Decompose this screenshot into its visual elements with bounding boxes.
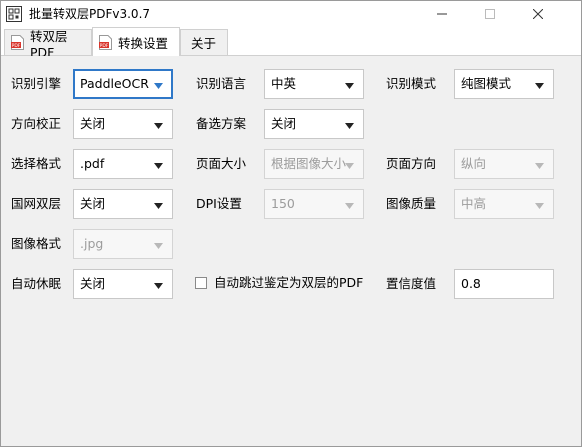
ocr-engine-label: 识别引擎 bbox=[11, 76, 62, 91]
skip-dual-layer-checkbox[interactable] bbox=[195, 277, 207, 289]
dropdown-arrow-icon bbox=[345, 163, 354, 169]
page-size-value: 根据图像大小 bbox=[271, 156, 347, 171]
dpi-value: 150 bbox=[271, 196, 295, 211]
image-format-label: 图像格式 bbox=[11, 236, 62, 251]
image-quality-label: 图像质量 bbox=[386, 196, 437, 211]
pdf-icon: PDF bbox=[11, 35, 24, 50]
gov-dual-layer-value: 关闭 bbox=[80, 196, 106, 211]
dropdown-arrow-icon bbox=[535, 203, 544, 209]
dropdown-arrow-icon bbox=[154, 123, 163, 129]
page-orientation-label: 页面方向 bbox=[386, 156, 437, 171]
orientation-value: 关闭 bbox=[80, 116, 106, 131]
dropdown-arrow-icon bbox=[535, 83, 544, 89]
dropdown-arrow-icon bbox=[535, 163, 544, 169]
auto-sleep-select[interactable]: 关闭 bbox=[73, 269, 173, 299]
gov-dual-layer-label: 国网双层 bbox=[11, 196, 62, 211]
image-quality-select[interactable]: 中高 bbox=[454, 189, 554, 219]
select-format-select[interactable]: .pdf bbox=[73, 149, 173, 179]
orientation-select[interactable]: 关闭 bbox=[73, 109, 173, 139]
auto-sleep-label: 自动休眠 bbox=[11, 276, 62, 291]
tab-label: 转换设置 bbox=[118, 35, 169, 51]
svg-text:PDF: PDF bbox=[100, 43, 109, 49]
dropdown-arrow-icon bbox=[154, 163, 163, 169]
ocr-mode-value: 纯图模式 bbox=[461, 76, 512, 91]
dropdown-arrow-icon bbox=[345, 203, 354, 209]
dpi-label: DPI设置 bbox=[196, 196, 242, 211]
image-format-value: .jpg bbox=[80, 236, 104, 251]
dropdown-arrow-icon bbox=[154, 203, 163, 209]
gov-dual-layer-select[interactable]: 关闭 bbox=[73, 189, 173, 219]
ocr-language-label: 识别语言 bbox=[196, 76, 247, 91]
dropdown-arrow-icon bbox=[154, 243, 163, 249]
page-orientation-select[interactable]: 纵向 bbox=[454, 149, 554, 179]
tab-convert-dual-layer[interactable]: PDF 转双层PDF bbox=[4, 29, 92, 60]
app-logo-icon bbox=[6, 6, 22, 22]
dpi-select[interactable]: 150 bbox=[264, 189, 364, 219]
pdf-icon: PDF bbox=[99, 34, 112, 50]
dropdown-arrow-icon bbox=[345, 123, 354, 129]
dropdown-arrow-icon bbox=[345, 83, 354, 89]
settings-panel: 识别引擎 PaddleOCR 识别语言 中英 识别模式 纯图模式 方向校正 关闭… bbox=[1, 56, 581, 446]
orientation-label: 方向校正 bbox=[11, 116, 62, 131]
page-orientation-value: 纵向 bbox=[461, 156, 487, 171]
image-format-select[interactable]: .jpg bbox=[73, 229, 173, 259]
skip-dual-layer-label[interactable]: 自动跳过鉴定为双层的PDF bbox=[214, 275, 363, 291]
auto-sleep-value: 关闭 bbox=[80, 276, 106, 291]
fallback-value: 关闭 bbox=[271, 116, 297, 131]
page-size-select[interactable]: 根据图像大小 bbox=[264, 149, 364, 179]
tab-about[interactable]: 关于 bbox=[180, 29, 228, 55]
close-button[interactable] bbox=[515, 1, 561, 27]
svg-text:PDF: PDF bbox=[12, 43, 21, 49]
ocr-mode-label: 识别模式 bbox=[386, 76, 437, 91]
confidence-input[interactable]: 0.8 bbox=[454, 269, 554, 299]
app-window: 批量转双层PDFv3.0.7 PDF 转双层PDF PDF 转换设置 关于 识别… bbox=[0, 0, 582, 447]
dropdown-arrow-icon bbox=[154, 83, 163, 89]
title-bar: 批量转双层PDFv3.0.7 bbox=[1, 1, 581, 27]
ocr-engine-select[interactable]: PaddleOCR bbox=[73, 69, 173, 99]
window-title: 批量转双层PDFv3.0.7 bbox=[29, 7, 151, 21]
image-quality-value: 中高 bbox=[461, 196, 487, 211]
fallback-select[interactable]: 关闭 bbox=[264, 109, 364, 139]
tab-conversion-settings[interactable]: PDF 转换设置 bbox=[92, 27, 180, 56]
ocr-language-select[interactable]: 中英 bbox=[264, 69, 364, 99]
minimize-button[interactable] bbox=[419, 1, 465, 27]
ocr-language-value: 中英 bbox=[271, 76, 297, 91]
ocr-engine-value: PaddleOCR bbox=[80, 76, 149, 91]
page-size-label: 页面大小 bbox=[196, 156, 247, 171]
confidence-label: 置信度值 bbox=[386, 276, 437, 291]
tab-label: 关于 bbox=[191, 36, 217, 51]
fallback-label: 备选方案 bbox=[196, 116, 247, 131]
maximize-icon bbox=[485, 9, 495, 19]
ocr-mode-select[interactable]: 纯图模式 bbox=[454, 69, 554, 99]
minimize-icon bbox=[437, 13, 447, 15]
select-format-value: .pdf bbox=[80, 156, 105, 171]
maximize-button[interactable] bbox=[467, 1, 513, 27]
close-icon bbox=[533, 9, 543, 19]
select-format-label: 选择格式 bbox=[11, 156, 62, 171]
confidence-value: 0.8 bbox=[461, 276, 481, 291]
dropdown-arrow-icon bbox=[154, 283, 163, 289]
tab-label: 转双层PDF bbox=[30, 28, 68, 60]
